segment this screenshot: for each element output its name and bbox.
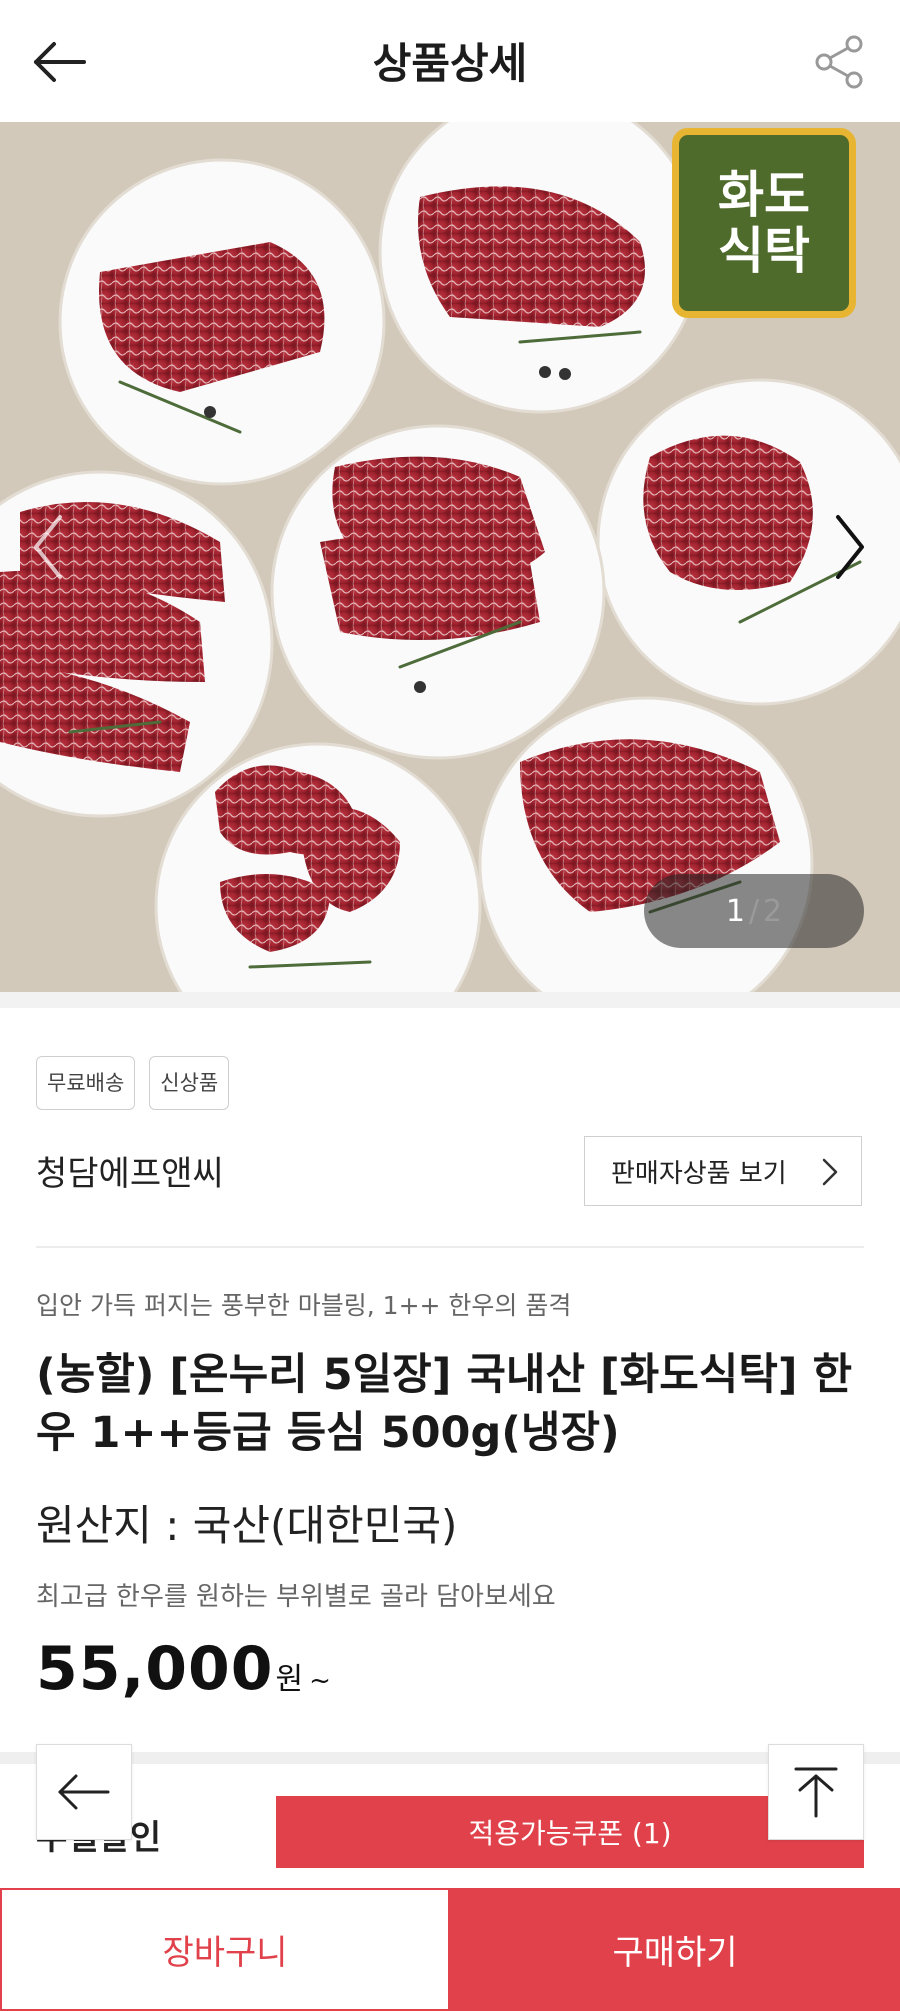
chevron-right-icon: [821, 1157, 839, 1187]
header: 상품상세: [0, 0, 900, 123]
chevron-left-icon[interactable]: [28, 507, 68, 587]
product-image-gallery[interactable]: 화도 식탁 1 / 2: [0, 122, 900, 992]
arrow-up-icon: [794, 1767, 838, 1818]
image-counter: 1 / 2: [644, 874, 864, 948]
product-tags: 무료배송 신상품: [36, 1056, 230, 1110]
product-origin: 원산지 : 국산(대한민국): [36, 1501, 458, 1550]
tag-free-shipping: 무료배송: [36, 1056, 136, 1110]
counter-total: 2: [763, 893, 783, 929]
section-divider: [0, 992, 900, 1008]
product-description: 최고급 한우를 원하는 부위별로 골라 담아보세요: [36, 1582, 556, 1612]
add-to-cart-button[interactable]: 장바구니: [0, 1888, 450, 2011]
seller-products-button[interactable]: 판매자상품 보기: [584, 1136, 862, 1206]
product-price: 55,000 원 ~: [36, 1634, 331, 1704]
chevron-right-icon[interactable]: [830, 507, 870, 587]
brand-logo: 화도 식탁: [672, 128, 856, 318]
arrow-left-icon: [58, 1774, 110, 1810]
seller-name: 청담에프앤씨: [36, 1154, 224, 1194]
seller-products-label: 판매자상품 보기: [611, 1158, 787, 1189]
buy-now-button[interactable]: 구매하기: [450, 1888, 900, 2011]
share-icon[interactable]: [814, 34, 866, 90]
section-divider: [0, 1752, 900, 1764]
bottom-action-bar: 장바구니 구매하기: [0, 1888, 900, 2011]
price-amount: 55,000: [36, 1634, 274, 1704]
price-suffix: ~: [309, 1666, 331, 1696]
counter-current: 1: [725, 893, 745, 929]
tag-new-product: 신상품: [149, 1056, 230, 1110]
divider: [36, 1246, 864, 1248]
scroll-to-top-button[interactable]: [768, 1744, 864, 1840]
price-unit: 원: [275, 1662, 304, 1697]
product-name: (농할) [온누리 5일장] 국내산 [화도식탁] 한우 1++등급 등심 50…: [36, 1350, 853, 1458]
floating-back-button[interactable]: [36, 1744, 132, 1840]
brand-logo-text: 화도 식탁: [718, 165, 810, 280]
counter-separator: /: [748, 893, 760, 929]
page-title: 상품상세: [372, 39, 528, 88]
product-subtitle: 입안 가득 퍼지는 풍부한 마블링, 1++ 한우의 품격: [36, 1291, 572, 1320]
